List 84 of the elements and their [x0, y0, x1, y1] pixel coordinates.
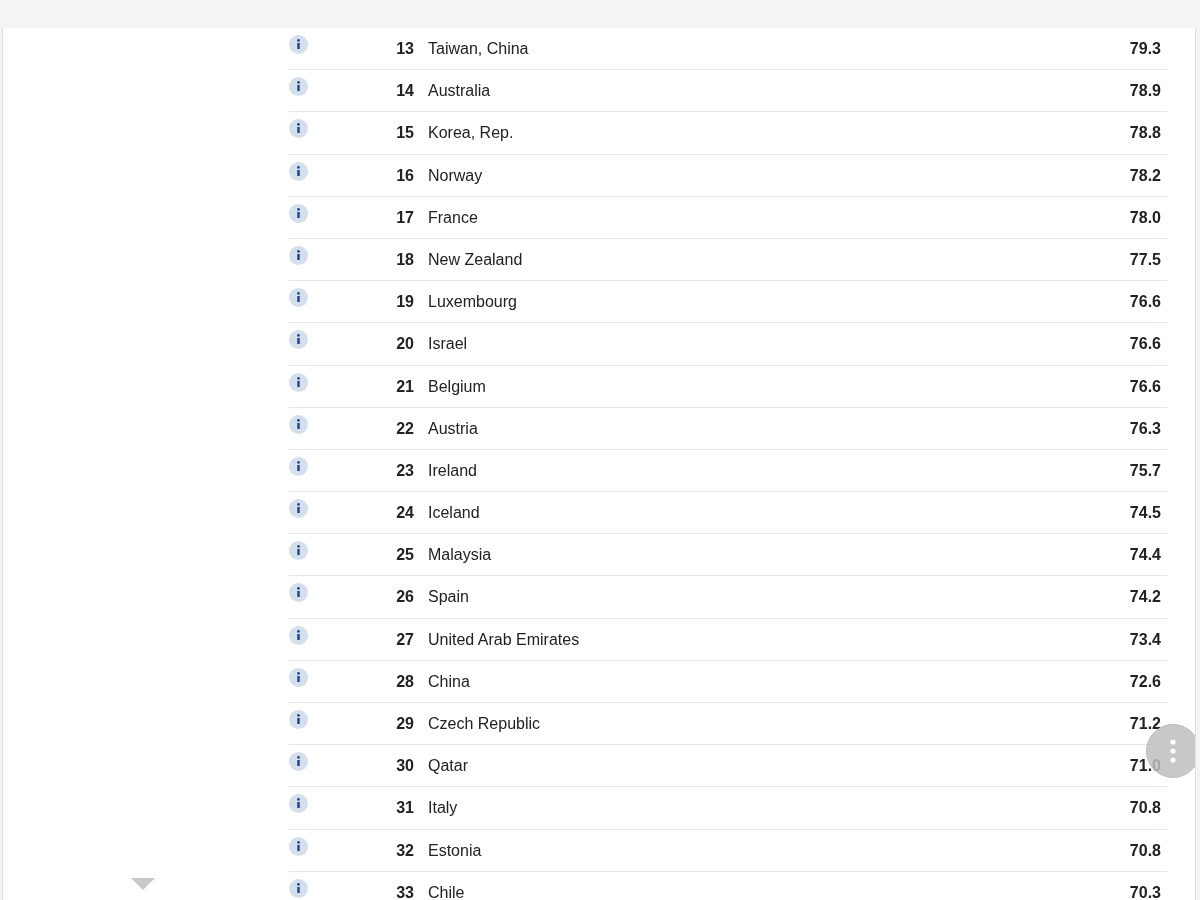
info-icon[interactable]	[289, 245, 308, 265]
info-icon[interactable]	[289, 414, 308, 434]
score-value: 78.2	[1129, 165, 1162, 185]
country-name: France	[427, 207, 479, 227]
rank-number: 23	[395, 460, 414, 480]
country-name: Malaysia	[427, 545, 493, 565]
more-icon	[1170, 739, 1176, 763]
rank-number: 17	[395, 207, 414, 227]
rank-number: 27	[395, 629, 414, 649]
info-icon[interactable]	[289, 161, 308, 181]
info-icon[interactable]	[289, 330, 308, 350]
info-icon[interactable]	[289, 119, 308, 139]
country-name: Chile	[427, 882, 466, 900]
rank-number: 28	[395, 671, 414, 691]
info-icon[interactable]	[289, 35, 308, 54]
country-name: Spain	[427, 587, 470, 607]
rank-number: 33	[395, 882, 414, 900]
rank-number: 26	[395, 587, 414, 607]
rank-number: 30	[395, 756, 414, 776]
rank-number: 21	[395, 376, 414, 396]
rank-number: 19	[395, 292, 414, 312]
score-value: 74.2	[1129, 587, 1162, 607]
country-name: Estonia	[427, 840, 483, 860]
country-name: Belgium	[427, 376, 487, 396]
info-icon[interactable]	[289, 583, 308, 603]
country-name: Israel	[427, 334, 469, 354]
rank-number: 16	[395, 165, 414, 185]
rank-number: 20	[395, 334, 414, 354]
country-name: United Arab Emirates	[427, 629, 581, 649]
rank-number: 22	[395, 418, 414, 438]
rank-number: 29	[395, 714, 414, 733]
score-value: 76.6	[1129, 376, 1162, 396]
info-icon[interactable]	[289, 667, 308, 687]
rank-number: 13	[395, 39, 414, 58]
score-value: 72.6	[1129, 671, 1162, 691]
country-name: Norway	[427, 165, 484, 185]
score-value: 71.2	[1129, 714, 1162, 733]
info-icon[interactable]	[289, 372, 308, 392]
info-icon[interactable]	[289, 77, 308, 97]
info-icon[interactable]	[289, 541, 308, 561]
info-icon[interactable]	[289, 836, 308, 856]
rank-number: 31	[395, 798, 414, 818]
country-name: China	[427, 671, 471, 691]
rank-number: 15	[395, 123, 414, 143]
info-icon[interactable]	[289, 752, 308, 772]
info-icon[interactable]	[289, 794, 308, 814]
country-name: Austria	[427, 418, 479, 438]
info-icon[interactable]	[289, 203, 308, 223]
score-value: 74.4	[1129, 545, 1162, 565]
country-name: Qatar	[427, 756, 469, 776]
rank-number: 24	[395, 503, 414, 523]
info-icon[interactable]	[289, 625, 308, 645]
score-value: 79.3	[1129, 39, 1162, 58]
score-value: 70.8	[1129, 840, 1162, 860]
score-value: 76.6	[1129, 292, 1162, 312]
info-icon[interactable]	[289, 710, 308, 729]
rank-number: 25	[395, 545, 414, 565]
score-value: 76.6	[1129, 334, 1162, 354]
score-value: 77.5	[1129, 249, 1162, 269]
country-name: Australia	[427, 81, 492, 101]
country-name: Ireland	[427, 460, 478, 480]
country-name: Italy	[427, 798, 459, 818]
rank-number: 18	[395, 249, 414, 269]
country-name: Taiwan, China	[427, 39, 530, 58]
score-value: 78.0	[1129, 207, 1162, 227]
country-name: Luxembourg	[427, 292, 518, 312]
score-value: 75.7	[1129, 460, 1162, 480]
info-icon[interactable]	[289, 456, 308, 476]
info-icon[interactable]	[289, 499, 308, 519]
score-value: 74.5	[1129, 503, 1162, 523]
rank-number: 14	[395, 81, 414, 101]
country-name: Iceland	[427, 503, 481, 523]
score-value: 70.8	[1129, 798, 1162, 818]
country-name: New Zealand	[427, 249, 524, 269]
info-icon[interactable]	[289, 288, 308, 308]
score-value: 78.9	[1129, 81, 1162, 101]
score-value: 73.4	[1129, 629, 1162, 649]
score-value: 70.3	[1129, 882, 1162, 900]
rank-number: 32	[395, 840, 414, 860]
country-name: Czech Republic	[427, 714, 542, 733]
score-value: 76.3	[1129, 418, 1162, 438]
score-value: 78.8	[1129, 123, 1162, 143]
info-icon[interactable]	[289, 878, 308, 898]
country-name: Korea, Rep.	[427, 123, 515, 143]
